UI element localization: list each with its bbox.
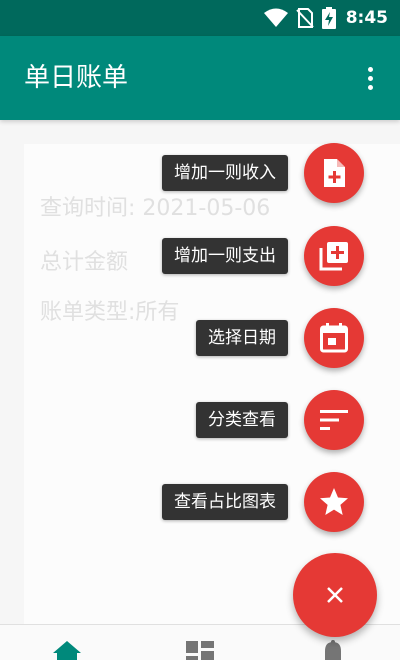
- overflow-menu-dot: [367, 84, 373, 90]
- wifi-icon: [263, 8, 288, 27]
- star-icon: [320, 488, 348, 515]
- battery-charging-icon: [321, 7, 336, 29]
- nav-home[interactable]: [52, 639, 82, 660]
- fab-label-category-view[interactable]: 分类查看: [196, 402, 288, 438]
- fab-item-ratio-chart[interactable]: 查看占比图表: [162, 472, 364, 532]
- add-expense-button[interactable]: [304, 226, 364, 286]
- app-bar: 单日账单: [0, 36, 400, 120]
- overflow-menu-dot: [367, 75, 373, 81]
- fab-label-add-income[interactable]: 增加一则收入: [162, 155, 288, 191]
- notifications-icon: [325, 640, 341, 660]
- library-add-icon: [319, 242, 348, 271]
- dashboard-icon: [186, 641, 214, 660]
- fab-label-add-expense[interactable]: 增加一则支出: [162, 238, 288, 274]
- no-sim-icon: [295, 8, 314, 28]
- status-time: 8:45: [345, 8, 388, 28]
- page-title: 单日账单: [24, 63, 129, 93]
- add-income-button[interactable]: [304, 143, 364, 203]
- home-icon: [53, 641, 81, 660]
- fab-item-category-view[interactable]: 分类查看: [196, 390, 364, 450]
- overflow-menu-icon: [367, 66, 373, 72]
- nav-notifications[interactable]: [318, 639, 348, 660]
- category-view-button[interactable]: [304, 390, 364, 450]
- sort-icon: [320, 410, 348, 430]
- note-add-icon: [324, 159, 345, 187]
- fab-item-add-expense[interactable]: 增加一则支出: [162, 226, 364, 286]
- fab-label-ratio-chart[interactable]: 查看占比图表: [162, 484, 288, 520]
- fab-item-select-date[interactable]: 选择日期: [196, 308, 364, 368]
- overflow-menu-button[interactable]: [358, 60, 382, 96]
- nav-dashboard[interactable]: [185, 639, 215, 660]
- fab-item-add-income[interactable]: 增加一则收入: [162, 143, 364, 203]
- fab-close-button[interactable]: [293, 553, 377, 637]
- ratio-chart-button[interactable]: [304, 472, 364, 532]
- status-bar: 8:45: [0, 0, 400, 36]
- close-icon: [327, 587, 343, 603]
- select-date-button[interactable]: [304, 308, 364, 368]
- calendar-icon: [320, 323, 348, 353]
- status-icons: 8:45: [263, 6, 388, 30]
- fab-label-select-date[interactable]: 选择日期: [196, 320, 288, 356]
